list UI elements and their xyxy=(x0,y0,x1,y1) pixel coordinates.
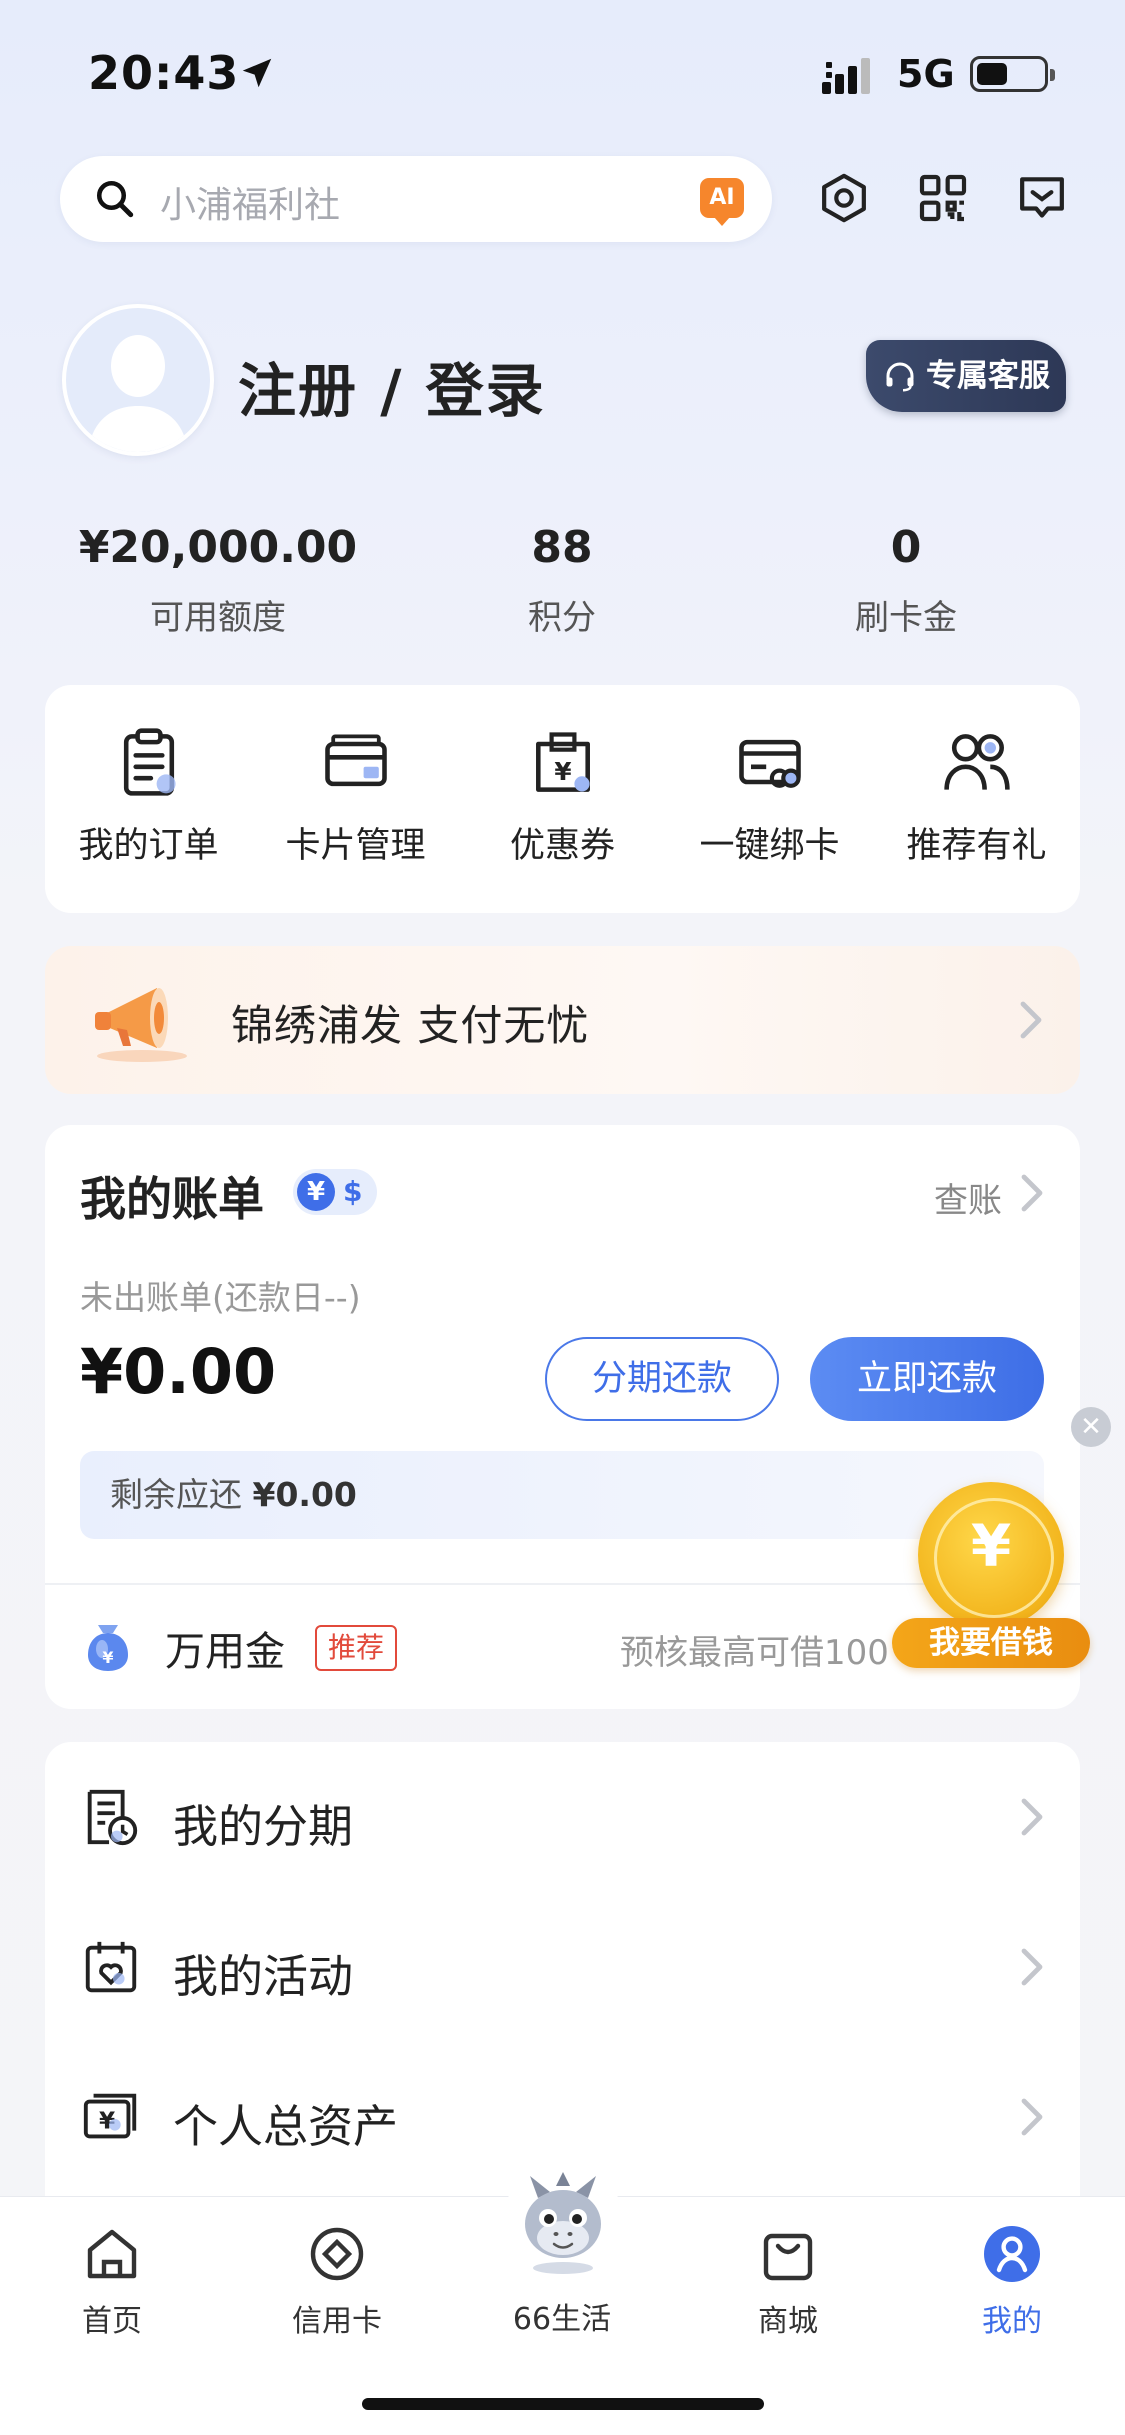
shortcut-label: 我的订单 xyxy=(78,826,219,866)
credit-limit-label: 可用额度 xyxy=(150,598,286,638)
points-value[interactable]: 88 xyxy=(402,522,722,573)
shortcut-my-orders[interactable]: 我的订单 xyxy=(45,725,252,868)
shortcut-bind-card[interactable]: 一键绑卡 xyxy=(666,725,873,868)
gold-coin-icon[interactable]: ¥ xyxy=(918,1482,1064,1628)
shortcut-card-management[interactable]: 卡片管理 xyxy=(252,725,459,868)
megaphone-icon xyxy=(95,988,187,1062)
shortcut-label: 优惠券 xyxy=(509,826,615,866)
bill-title: 我的账单 xyxy=(80,1172,264,1226)
remaining-amount: ¥0.00 xyxy=(252,1475,357,1514)
card-reward-value[interactable]: 0 xyxy=(746,522,1066,573)
search-placeholder: 小浦福利社 xyxy=(160,185,341,226)
settings-hexagon-icon[interactable] xyxy=(816,170,872,226)
bind-card-icon xyxy=(738,739,801,788)
bill-status: 未出账单(还款日--) xyxy=(80,1278,361,1317)
money-bag-icon: ¥ xyxy=(88,1625,128,1671)
profile-icon xyxy=(984,2226,1040,2282)
menu-label: 我的分期 xyxy=(173,1800,354,1853)
home-indicator xyxy=(362,2398,764,2410)
tab-home[interactable]: 首页 xyxy=(32,2222,192,2340)
search-bar[interactable]: 小浦福利社 AI xyxy=(60,156,772,242)
coin-symbol: ¥ xyxy=(970,1512,1012,1580)
avatar[interactable] xyxy=(62,304,214,456)
credit-card-icon xyxy=(310,2227,364,2281)
shortcut-label: 一键绑卡 xyxy=(699,826,840,866)
bill-amount: ¥0.00 xyxy=(80,1335,277,1408)
coupon-icon: ¥ xyxy=(535,732,590,792)
battery-icon xyxy=(970,56,1055,92)
menu-label: 个人总资产 xyxy=(173,2100,399,2153)
card-icon xyxy=(324,734,387,787)
installment-repay-button[interactable]: 分期还款 xyxy=(545,1337,779,1421)
svg-text:¥: ¥ xyxy=(554,757,571,786)
svg-text:¥: ¥ xyxy=(102,1648,113,1667)
activity-icon xyxy=(85,1941,137,1993)
tab-shop[interactable]: 商城 xyxy=(708,2222,868,2340)
mascot-icon[interactable] xyxy=(508,2168,618,2278)
default-avatar-icon xyxy=(88,335,188,452)
location-arrow-icon xyxy=(242,58,272,88)
menu-list: 我的分期 我的活动 ¥ 个人总资产 xyxy=(45,1742,1080,2222)
card-reward-label: 刷卡金 xyxy=(855,598,957,638)
check-bill-link[interactable]: 查账 xyxy=(934,1173,1002,1222)
customer-service-label: 专属客服 xyxy=(926,358,1050,394)
network-type: 5G xyxy=(897,52,955,96)
menu-item-installments[interactable]: 我的分期 xyxy=(45,1742,1080,1892)
float-close-button[interactable]: ✕ xyxy=(1071,1407,1111,1447)
login-register-link[interactable]: 注册 / 登录 xyxy=(238,344,546,428)
shortcut-coupons[interactable]: ¥ 优惠券 xyxy=(459,725,666,868)
customer-service-button[interactable]: 专属客服 xyxy=(866,340,1066,412)
home-icon xyxy=(87,2229,137,2279)
tab-66-life-label[interactable]: 66生活 xyxy=(482,2294,642,2338)
borrow-money-button[interactable]: 我要借钱 xyxy=(892,1618,1090,1668)
loan-description[interactable]: 预核最高可借100 xyxy=(620,1625,889,1674)
chevron-right-icon xyxy=(1021,1948,1043,1986)
shortcut-referral[interactable]: 推荐有礼 xyxy=(873,725,1080,868)
message-icon[interactable] xyxy=(1014,170,1070,226)
chevron-right-icon xyxy=(1021,2098,1043,2136)
credit-limit-value[interactable]: ¥20,000.00 xyxy=(58,522,378,573)
currency-cny: ¥ xyxy=(297,1173,335,1211)
menu-label: 我的活动 xyxy=(173,1950,354,2003)
search-icon xyxy=(96,180,134,218)
remaining-due: 剩余应还 ¥0.00 xyxy=(80,1451,1044,1539)
banner-text: 锦绣浦发 支付无忧 xyxy=(231,1001,590,1050)
assets-icon: ¥ xyxy=(83,2093,137,2139)
tab-label: 商城 xyxy=(758,2304,818,2339)
menu-item-activities[interactable]: 我的活动 xyxy=(45,1892,1080,2042)
tab-label: 信用卡 xyxy=(292,2304,382,2339)
currency-toggle[interactable]: ¥ $ xyxy=(293,1169,377,1215)
shortcut-label: 推荐有礼 xyxy=(906,826,1047,866)
scan-qr-icon[interactable] xyxy=(915,170,971,226)
tab-label: 我的 xyxy=(982,2304,1042,2339)
shop-icon xyxy=(763,2233,813,2281)
shortcut-label: 卡片管理 xyxy=(285,826,426,866)
shortcut-grid: 我的订单 卡片管理 ¥ 优惠券 一键绑卡 推荐有礼 xyxy=(45,685,1080,913)
remaining-label: 剩余应还 xyxy=(110,1475,242,1514)
repay-now-button[interactable]: 立即还款 xyxy=(810,1337,1044,1421)
headset-icon xyxy=(886,362,914,392)
order-icon xyxy=(123,728,176,796)
tab-label: 首页 xyxy=(82,2304,142,2339)
loan-product-name[interactable]: 万用金 xyxy=(165,1619,285,1677)
points-label: 积分 xyxy=(528,598,596,638)
chevron-right-icon xyxy=(1021,1798,1043,1836)
tab-profile[interactable]: 我的 xyxy=(932,2222,1092,2340)
recommend-tag: 推荐 xyxy=(315,1625,397,1671)
tab-credit-card[interactable]: 信用卡 xyxy=(257,2222,417,2340)
chevron-right-icon xyxy=(1020,1001,1042,1039)
installment-icon xyxy=(87,1789,138,1846)
promo-banner[interactable]: 锦绣浦发 支付无忧 xyxy=(45,946,1080,1094)
currency-usd: $ xyxy=(343,1175,363,1208)
referral-icon xyxy=(943,734,1010,790)
ai-assistant-icon[interactable]: AI xyxy=(700,178,744,226)
signal-icon xyxy=(822,58,870,94)
chevron-right-icon xyxy=(1021,1174,1043,1212)
status-time: 20:43 xyxy=(88,46,240,100)
